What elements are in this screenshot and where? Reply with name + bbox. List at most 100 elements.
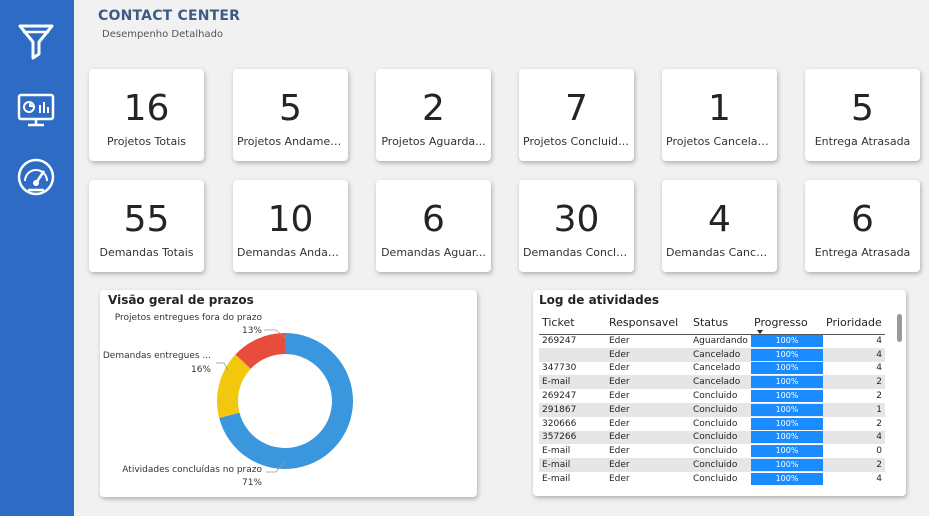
table-row[interactable]: 269247 Eder Aguardando 100% 4 xyxy=(539,334,885,348)
table-cell: Eder xyxy=(606,458,690,472)
table-row[interactable]: 291867 Eder Concluido 100% 1 xyxy=(539,402,885,417)
kpi-demand-card: 6 Entrega Atrasada xyxy=(805,180,920,272)
sort-desc-icon[interactable] xyxy=(757,330,763,334)
progress-cell: 100% xyxy=(751,389,823,403)
kpi-label: Projetos Andamen... xyxy=(237,135,344,148)
kpi-value: 4 xyxy=(708,199,731,240)
kpi-project-card: 2 Projetos Aguarda... xyxy=(376,69,491,161)
progress-cell: 100% xyxy=(751,430,823,445)
log-table: Ticket Responsavel Status Progresso Priorida… xyxy=(539,312,885,486)
progress-bar: 100% xyxy=(751,431,823,444)
column-header[interactable]: Ticket xyxy=(539,312,606,335)
table-row[interactable]: E-mail Eder Concluido 100% 0 xyxy=(539,444,885,458)
progress-bar: 100% xyxy=(751,445,823,458)
kpi-value: 30 xyxy=(553,199,600,240)
table-cell: Eder xyxy=(606,402,690,417)
progress-bar: 100% xyxy=(751,417,823,430)
table-cell: Cancelado xyxy=(690,347,751,362)
kpi-value: 7 xyxy=(565,88,588,129)
table-row[interactable]: 347730 Eder Cancelado 100% 4 xyxy=(539,362,885,376)
table-cell: Concluido xyxy=(693,391,738,402)
table-cell: Eder xyxy=(609,391,630,402)
kpi-label: Demandas Totais xyxy=(99,246,194,259)
kpi-value: 6 xyxy=(422,199,445,240)
table-cell: Eder xyxy=(606,430,690,445)
kpi-label: Demandas Aguar... xyxy=(381,246,486,259)
progress-bar: 100% xyxy=(751,362,823,375)
kpi-label: Projetos Totais xyxy=(107,135,186,148)
table-row[interactable]: E-mail Eder Concluido 100% 2 xyxy=(539,458,885,472)
kpi-label: Projetos Cancelad... xyxy=(666,135,773,148)
table-header: Ticket Responsavel Status Progresso Priorida… xyxy=(539,312,885,335)
table-row[interactable]: E-mail Eder Cancelado 100% 2 xyxy=(539,375,885,390)
kpi-label: Demandas Cancel... xyxy=(666,246,773,259)
table-cell: 4 xyxy=(876,363,882,374)
table-cell: Aguardando xyxy=(693,336,748,347)
table-cell: Eder xyxy=(609,473,630,484)
table-cell: E-mail xyxy=(542,473,571,484)
table-cell: Concluido xyxy=(690,402,751,417)
table-cell: 269247 xyxy=(542,336,577,347)
table-cell: Cancelado xyxy=(693,363,741,374)
column-header[interactable]: Prioridade xyxy=(823,312,885,335)
table-cell: 0 xyxy=(876,446,882,457)
table-cell: 269247 xyxy=(542,391,577,402)
table-row[interactable]: 320666 Eder Concluido 100% 2 xyxy=(539,417,885,431)
table-cell: Eder xyxy=(609,418,630,429)
table-cell: Eder xyxy=(606,375,690,390)
kpi-project-card: 16 Projetos Totais xyxy=(89,69,204,161)
progress-cell: 100% xyxy=(751,402,823,417)
progress-cell: 100% xyxy=(751,347,823,362)
log-table-wrap: Ticket Responsavel Status Progresso Priorida… xyxy=(539,312,893,490)
table-row[interactable]: 357266 Eder Concluido 100% 4 xyxy=(539,430,885,445)
gauge-icon[interactable] xyxy=(14,155,58,199)
table-cell: Eder xyxy=(609,363,630,374)
label-fora-prazo: Projetos entregues fora do prazo xyxy=(114,313,262,323)
column-header[interactable]: Status xyxy=(690,312,751,335)
progress-cell: 100% xyxy=(751,375,823,390)
table-cell: Concluido xyxy=(690,458,751,472)
kpi-label: Demandas Conclu... xyxy=(523,246,630,259)
table-row[interactable]: 269247 Eder Concluido 100% 2 xyxy=(539,389,885,403)
progress-bar: 100% xyxy=(751,335,823,348)
table-cell: Concluido xyxy=(693,473,738,484)
table-cell: E-mail xyxy=(539,375,606,390)
overview-panel: Visão geral de prazos Projetos entregues… xyxy=(100,290,477,497)
kpi-value: 6 xyxy=(851,199,874,240)
scrollbar[interactable] xyxy=(897,314,902,342)
kpi-label: Entrega Atrasada xyxy=(814,246,911,259)
label-demandas: Demandas entregues ... xyxy=(102,351,211,361)
column-header[interactable]: Responsavel xyxy=(606,312,690,335)
filter-icon[interactable] xyxy=(14,20,58,64)
kpi-demand-card: 10 Demandas Andam... xyxy=(233,180,348,272)
kpi-project-card: 7 Projetos Concluidos xyxy=(519,69,634,161)
progress-cell: 100% xyxy=(751,334,823,348)
table-cell: 357266 xyxy=(539,430,606,445)
progress-cell: 100% xyxy=(751,417,823,431)
dashboard-icon[interactable] xyxy=(14,88,58,132)
progress-bar: 100% xyxy=(751,376,823,389)
page-title: CONTACT CENTER xyxy=(98,8,241,24)
progress-cell: 100% xyxy=(751,444,823,458)
progress-bar: 100% xyxy=(751,403,823,416)
progress-bar: 100% xyxy=(751,390,823,403)
label-concluidas-pct: 71% xyxy=(241,478,262,488)
progress-cell: 100% xyxy=(751,362,823,376)
kpi-value: 55 xyxy=(123,199,170,240)
table-row[interactable]: E-mail Eder Concluido 100% 4 xyxy=(539,472,885,486)
kpi-project-card: 1 Projetos Cancelad... xyxy=(662,69,777,161)
table-cell: Concluido xyxy=(693,446,738,457)
kpi-value: 10 xyxy=(267,199,314,240)
sidebar xyxy=(0,0,74,516)
table-cell: 291867 xyxy=(539,402,606,417)
kpi-value: 5 xyxy=(279,88,302,129)
kpi-label: Projetos Concluidos xyxy=(523,135,630,148)
table-cell: E-mail xyxy=(542,446,571,457)
table-cell xyxy=(539,347,606,362)
table-cell: Concluido xyxy=(690,430,751,445)
kpi-value: 5 xyxy=(851,88,874,129)
kpi-demand-card: 4 Demandas Cancel... xyxy=(662,180,777,272)
label-fora-prazo-pct: 13% xyxy=(241,326,262,336)
table-row[interactable]: Eder Cancelado 100% 4 xyxy=(539,347,885,362)
table-cell: Eder xyxy=(609,446,630,457)
